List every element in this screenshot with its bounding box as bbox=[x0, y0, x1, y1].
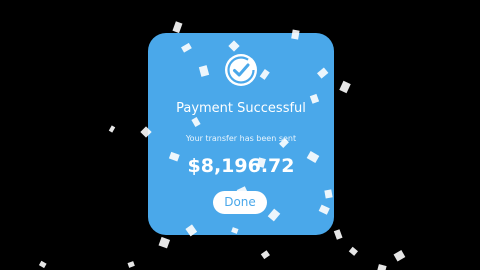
confetti-overlay bbox=[38, 21, 406, 270]
